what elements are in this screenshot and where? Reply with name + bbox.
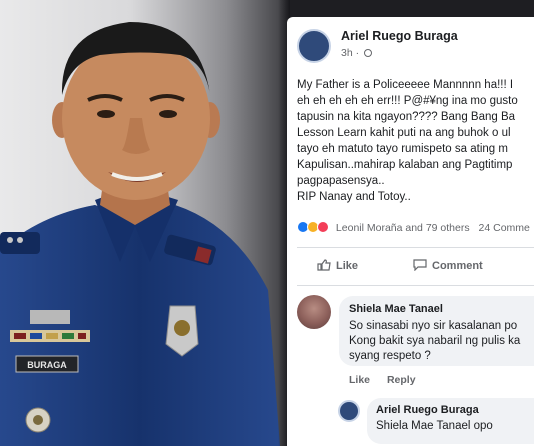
comment-text: So sinasabi nyo sir kasalanan po Kong ba… bbox=[349, 319, 520, 364]
comment-button[interactable]: Comment bbox=[413, 259, 483, 272]
globe-icon bbox=[364, 49, 373, 57]
post-line: RIP Nanay and Totoy.. bbox=[297, 191, 411, 203]
comment-actions: Like Reply bbox=[349, 374, 430, 386]
reply-text: Shiela Mae Tanael opo bbox=[376, 420, 493, 432]
post-line: pagpapasensya.. bbox=[297, 175, 385, 187]
mention-link[interactable]: Shiela Mae Tanael bbox=[376, 420, 470, 432]
commenter-name[interactable]: Shiela Mae Tanael bbox=[349, 303, 443, 315]
comment-label: Comment bbox=[432, 260, 483, 272]
post-line: tapusin na kita ngayon???? Bang Bang Ba bbox=[297, 111, 516, 123]
reaction-names[interactable]: Leonil Moraña and 79 others bbox=[336, 222, 470, 234]
post-line: Kapulisan..mahirap kalaban ang Pagtitimp bbox=[297, 159, 513, 171]
officer-illustration: BURAGA bbox=[0, 22, 280, 446]
facebook-post-card: Ariel Ruego Buraga 3h · My Father is a P… bbox=[287, 17, 534, 446]
comment-bubble-icon bbox=[413, 259, 427, 271]
reply-author-avatar[interactable] bbox=[338, 400, 360, 422]
thumbs-up-icon bbox=[317, 259, 331, 271]
post-body: My Father is a Policeeeee Mannnnn ha!!! … bbox=[297, 77, 534, 205]
divider bbox=[297, 247, 534, 248]
post-line: eh eh eh eh eh err!!! P@#¥ng ina mo gust… bbox=[297, 95, 518, 107]
post-line: My Father is a Policeeeee Mannnnn ha!!! … bbox=[297, 79, 514, 91]
comment-line: So sinasabi nyo sir kasalanan po bbox=[349, 320, 518, 332]
like-button[interactable]: Like bbox=[317, 259, 358, 272]
post-line: tayo eh matuto tayo rumispeto sa ating m bbox=[297, 143, 508, 155]
reply-body: opo bbox=[470, 420, 493, 432]
post-author-name[interactable]: Ariel Ruego Buraga bbox=[341, 29, 458, 43]
love-reaction-icon bbox=[317, 221, 329, 233]
officer-photo: BURAGA bbox=[0, 0, 290, 446]
post-line: Lesson Learn kahit puti na ang buhok o u… bbox=[297, 127, 511, 139]
reply-author-name[interactable]: Ariel Ruego Buraga bbox=[376, 404, 479, 416]
like-label: Like bbox=[336, 260, 359, 272]
author-avatar[interactable] bbox=[297, 29, 331, 63]
comment-like-link[interactable]: Like bbox=[349, 374, 370, 386]
post-time[interactable]: 3h bbox=[341, 47, 353, 59]
comment-reply-link[interactable]: Reply bbox=[387, 374, 416, 386]
commenter-avatar[interactable] bbox=[297, 295, 331, 329]
reaction-summary[interactable]: Leonil Moraña and 79 others 24 Comme bbox=[297, 221, 530, 234]
post-timestamp: 3h · bbox=[341, 47, 373, 59]
divider bbox=[297, 285, 534, 286]
comment-line: syang respeto ? bbox=[349, 350, 431, 362]
comment-count[interactable]: 24 Comme bbox=[479, 222, 530, 234]
comment-line: Kong bakit sya nabaril ng pulis ka bbox=[349, 335, 521, 347]
name-tag-text: BURAGA bbox=[27, 360, 67, 370]
